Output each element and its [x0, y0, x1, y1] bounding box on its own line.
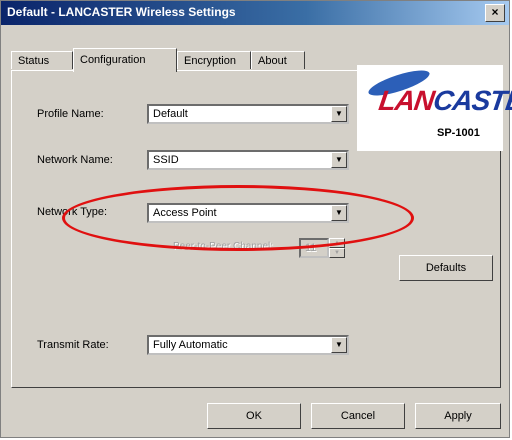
transmit-rate-label: Transmit Rate:: [37, 339, 109, 351]
ok-button[interactable]: OK: [207, 403, 301, 429]
spin-down-icon[interactable]: ▼: [329, 248, 345, 258]
close-button[interactable]: ×: [485, 4, 505, 22]
profile-name-label: Profile Name:: [37, 108, 104, 120]
chevron-down-icon[interactable]: ▼: [331, 152, 347, 168]
cancel-button[interactable]: Cancel: [311, 403, 405, 429]
network-type-value: Access Point: [153, 207, 217, 219]
network-name-value: SSID: [153, 154, 179, 166]
profile-name-select[interactable]: Default ▼: [147, 104, 349, 124]
tab-encryption[interactable]: Encryption: [177, 51, 251, 69]
channel-field[interactable]: 11: [299, 238, 329, 258]
channel-spinner[interactable]: 11 ▲ ▼: [299, 238, 345, 258]
transmit-rate-select[interactable]: Fully Automatic ▼: [147, 335, 349, 355]
logo-brand: LANCASTER: [376, 85, 512, 116]
network-name-label: Network Name:: [37, 154, 113, 166]
settings-window: Default - LANCASTER Wireless Settings × …: [0, 0, 512, 438]
spin-up-icon[interactable]: ▲: [329, 238, 345, 248]
logo-model: SP-1001: [437, 127, 480, 139]
tab-status[interactable]: Status: [11, 51, 73, 69]
network-name-select[interactable]: SSID ▼: [147, 150, 349, 170]
tab-configuration[interactable]: Configuration: [73, 48, 177, 72]
chevron-down-icon[interactable]: ▼: [331, 337, 347, 353]
defaults-button[interactable]: Defaults: [399, 255, 493, 281]
transmit-rate-value: Fully Automatic: [153, 339, 228, 351]
profile-name-value: Default: [153, 108, 188, 120]
channel-value: 11: [305, 242, 317, 254]
tab-about[interactable]: About: [251, 51, 305, 69]
lancaster-logo: LANCASTER SP-1001: [357, 65, 512, 151]
apply-button[interactable]: Apply: [415, 403, 501, 429]
chevron-down-icon[interactable]: ▼: [331, 106, 347, 122]
close-icon: ×: [491, 5, 499, 19]
channel-label: Peer-to-Peer Channel:: [173, 241, 274, 252]
title-bar[interactable]: Default - LANCASTER Wireless Settings ×: [1, 1, 509, 25]
chevron-down-icon[interactable]: ▼: [331, 205, 347, 221]
network-type-select[interactable]: Access Point ▼: [147, 203, 349, 223]
network-type-label: Network Type:: [37, 206, 108, 218]
window-title: Default - LANCASTER Wireless Settings: [7, 5, 236, 19]
